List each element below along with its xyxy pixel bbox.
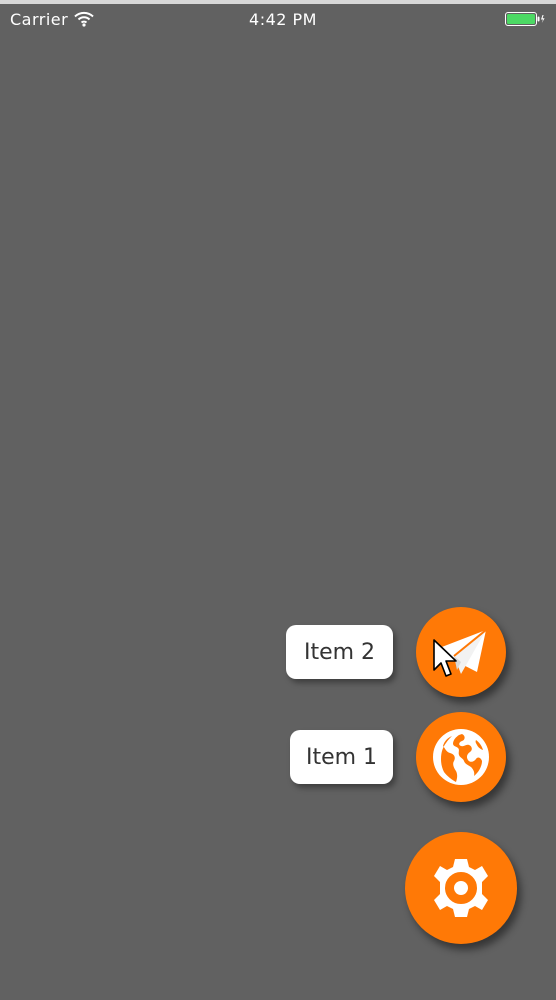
gear-icon: [428, 855, 494, 921]
mouse-pointer-icon: [432, 638, 458, 680]
item-1-label: Item 1: [305, 744, 378, 770]
charging-bolt-icon: [541, 15, 545, 23]
item-1-fab-button[interactable]: [416, 712, 506, 802]
item-2-fab-button[interactable]: [416, 607, 506, 697]
main-fab-settings-button[interactable]: [405, 832, 517, 944]
globe-icon: [432, 728, 490, 786]
item-2-label-button[interactable]: Item 2: [286, 625, 393, 679]
item-1-label-button[interactable]: Item 1: [290, 730, 393, 784]
status-bar: Carrier 4:42 PM: [0, 4, 556, 34]
battery-icon: [505, 12, 545, 26]
item-2-label: Item 2: [303, 639, 376, 665]
status-time: 4:42 PM: [249, 10, 317, 29]
app-screen: Carrier 4:42 PM Item 2 Item 1: [0, 0, 556, 1000]
